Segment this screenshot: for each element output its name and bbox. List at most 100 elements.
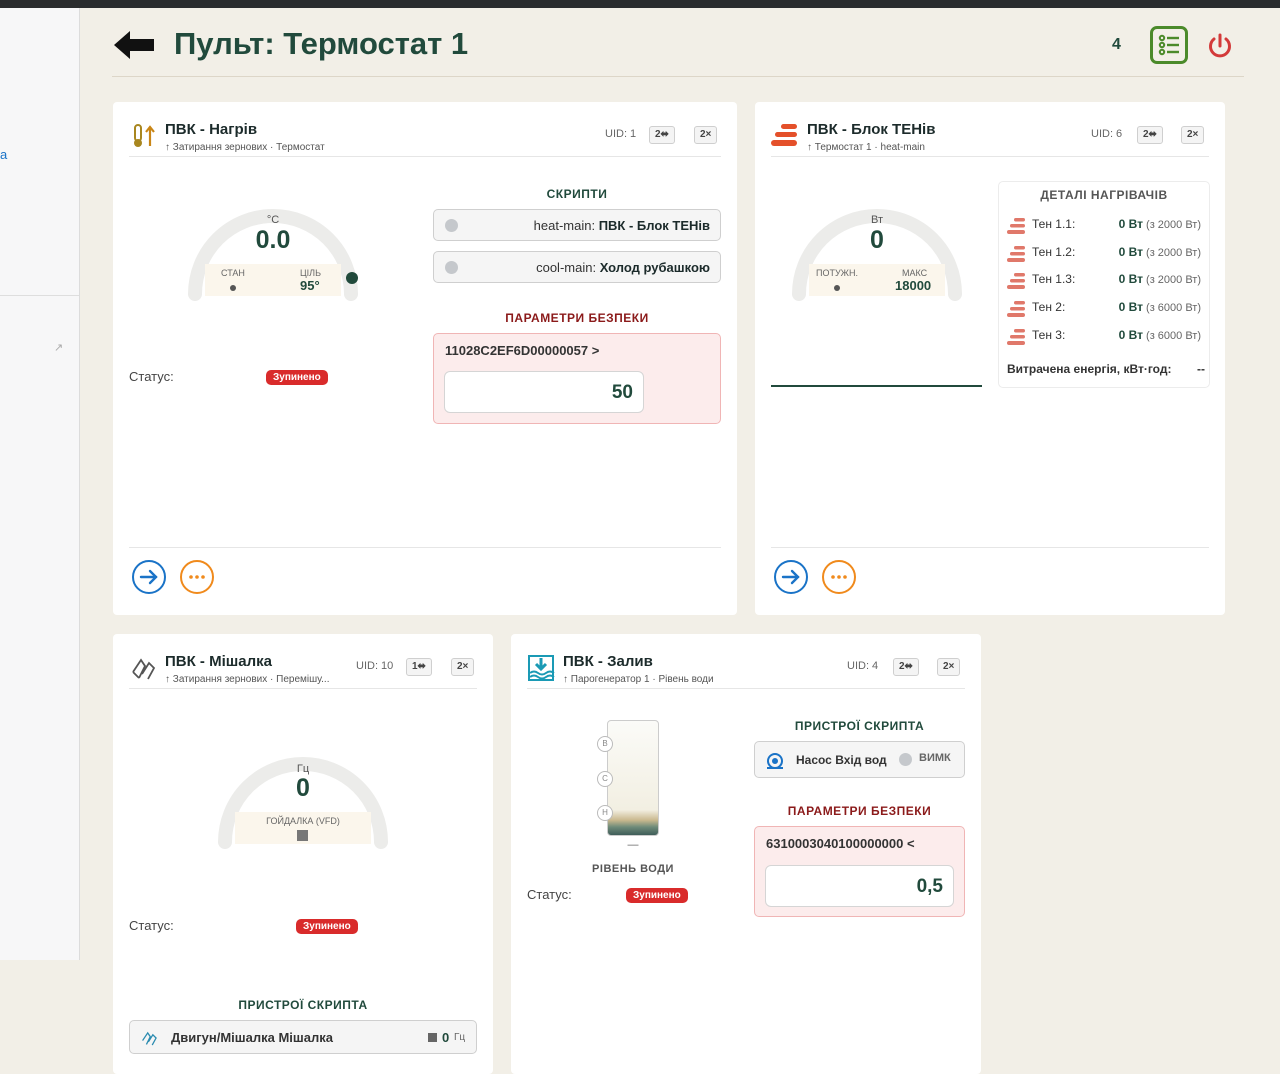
script-name: cool-main: (536, 260, 597, 275)
safety-input[interactable]: 50 (444, 371, 644, 413)
script-target: Холод рубашкою (599, 260, 710, 275)
card-title: ПВК - Нагрів (165, 121, 258, 138)
gauge-unit: Вт (870, 214, 883, 226)
heater-row: Тен 1.3: 0 Вт (з 2000 Вт) (1007, 270, 1201, 290)
device-row[interactable]: Насос Вхід вод ВИМК (754, 741, 965, 778)
uid-label: UID: 4 (847, 660, 879, 672)
target-marker[interactable] (346, 272, 358, 284)
tank-value: — (627, 839, 639, 851)
target-label: ЦІЛЬ (300, 268, 321, 278)
water-tank (607, 720, 659, 836)
energy-value: -- (1197, 362, 1205, 376)
link-count-button[interactable]: 2⬌ (893, 658, 919, 676)
safety-value: 0,5 (916, 876, 943, 897)
sidebar: а ↗ (0, 8, 80, 960)
card-divider (129, 547, 721, 548)
gauge-value: 0.0 (255, 226, 291, 254)
link-count-button[interactable]: 2⬌ (1137, 126, 1163, 144)
scripts-title: СКРИПТИ (546, 187, 608, 201)
safety-value: 50 (611, 382, 633, 403)
back-arrow-icon[interactable] (112, 28, 156, 62)
script-target: ПВК - Блок ТЕНів (598, 218, 710, 233)
card-subtitle[interactable]: ↑ Затирання зернових · Перемішу... (165, 674, 329, 685)
safety-params: 11028C2EF6D00000057 > 50 (433, 333, 721, 424)
heater-row: Тен 1.2: 0 Вт (з 2000 Вт) (1007, 243, 1201, 263)
arrow-right-icon (781, 569, 800, 585)
heater-value: 0 Вт (1118, 272, 1143, 286)
devices-title: ПРИСТРОЇ СКРИПТА (794, 719, 925, 733)
more-button[interactable] (180, 560, 214, 594)
pump-icon (767, 753, 783, 769)
more-button[interactable] (822, 560, 856, 594)
heater-row: Тен 1.1: 0 Вт (з 2000 Вт) (1007, 215, 1201, 235)
card-title: ПВК - Блок ТЕНів (807, 121, 936, 138)
heater-name: Тен 3: (1032, 328, 1066, 342)
target-value: 95° (300, 278, 320, 293)
link-count-button[interactable]: 2⬌ (649, 126, 675, 144)
frequency-gauge: Гц 0 ГОЙДАЛКА (VFD) (213, 730, 393, 854)
heater-value: 0 Вт (1118, 245, 1143, 259)
details-title: ДЕТАЛІ НАГРІВАЧІВ (1040, 188, 1168, 202)
more-icon (831, 575, 847, 579)
sidebar-link[interactable]: а (0, 147, 7, 162)
multiplier-button[interactable]: 2× (451, 658, 475, 676)
link-count-button[interactable]: 1⬌ (406, 658, 432, 676)
safety-input[interactable]: 0,5 (765, 865, 954, 907)
heater-max: (з 2000 Вт) (1146, 274, 1201, 286)
script-row[interactable]: heat-main: ПВК - Блок ТЕНів (433, 209, 721, 241)
heater-icon (1007, 246, 1025, 262)
heater-name: Тен 1.3: (1032, 272, 1076, 286)
script-name: heat-main: (533, 218, 596, 233)
device-row[interactable]: Двигун/Мішалка Мішалка 0 Гц (129, 1020, 477, 1054)
status-dot (445, 261, 458, 274)
status-badge: Зупинено (626, 888, 688, 903)
navigate-button[interactable] (774, 560, 808, 594)
more-icon (189, 575, 205, 579)
power-gauge: Вт 0 ПОТУЖН. МАКС 18000 (787, 182, 967, 306)
heater-icon (1007, 273, 1025, 289)
power-icon[interactable] (1206, 32, 1234, 60)
multiplier-button[interactable]: 2× (694, 126, 718, 144)
card-header: ПВК - Мішалка ↑ Затирання зернових · Пер… (129, 650, 477, 689)
card-subtitle[interactable]: ↑ Термостат 1 · heat-main (807, 142, 925, 153)
arrow-right-icon (139, 569, 158, 585)
level-mark-high: В (597, 736, 613, 752)
heater-max: (з 6000 Вт) (1146, 330, 1201, 342)
tank-label: РІВЕНЬ ВОДИ (592, 863, 674, 875)
status-label: Статус: (527, 887, 572, 902)
card-subtitle[interactable]: ↑ Затирання зернових · Термостат (165, 142, 325, 153)
multiplier-button[interactable]: 2× (937, 658, 961, 676)
mixer-icon (132, 658, 156, 680)
heater-icon (1007, 301, 1025, 317)
list-view-button[interactable] (1150, 26, 1188, 64)
navigate-button[interactable] (132, 560, 166, 594)
safety-code: 11028C2EF6D00000057 > (445, 343, 600, 358)
gauge-unit: °C (266, 214, 280, 226)
heaters-card: ПВК - Блок ТЕНів ↑ Термостат 1 · heat-ma… (755, 102, 1225, 615)
external-link-icon[interactable]: ↗ (54, 341, 63, 354)
safety-title: ПАРАМЕТРИ БЕЗПЕКИ (787, 804, 932, 818)
level-mark-mid: С (597, 771, 613, 787)
heater-name: Тен 2: (1032, 300, 1066, 314)
heater-value: 0 Вт (1118, 300, 1143, 314)
sidebar-divider (0, 295, 79, 296)
device-name: Насос Вхід вод (796, 753, 887, 767)
multiplier-button[interactable]: 2× (1181, 126, 1205, 144)
card-title: ПВК - Залив (563, 653, 653, 670)
heater-icon (1007, 218, 1025, 234)
heater-value: 0 Вт (1118, 328, 1143, 342)
card-subtitle[interactable]: ↑ Парогенератор 1 · Рівень води (563, 674, 714, 685)
devices-title: ПРИСТРОЇ СКРИПТА (238, 998, 368, 1012)
status-label: Статус: (129, 369, 174, 384)
heater-icon (1007, 329, 1025, 345)
top-bar (0, 0, 1280, 8)
page-title: Пульт: Термостат 1 (174, 26, 469, 61)
page-header: Пульт: Термостат 1 4 (112, 22, 1244, 77)
script-row[interactable]: cool-main: Холод рубашкою (433, 251, 721, 283)
safety-params: 6310003040100000000 < 0,5 (754, 826, 965, 917)
device-value: 0 (442, 1030, 450, 1045)
heater-max: (з 2000 Вт) (1146, 247, 1201, 259)
heater-row: Тен 2: 0 Вт (з 6000 Вт) (1007, 298, 1201, 318)
state-label: СТАН (221, 268, 245, 278)
heater-row: Тен 3: 0 Вт (з 6000 Вт) (1007, 326, 1201, 346)
